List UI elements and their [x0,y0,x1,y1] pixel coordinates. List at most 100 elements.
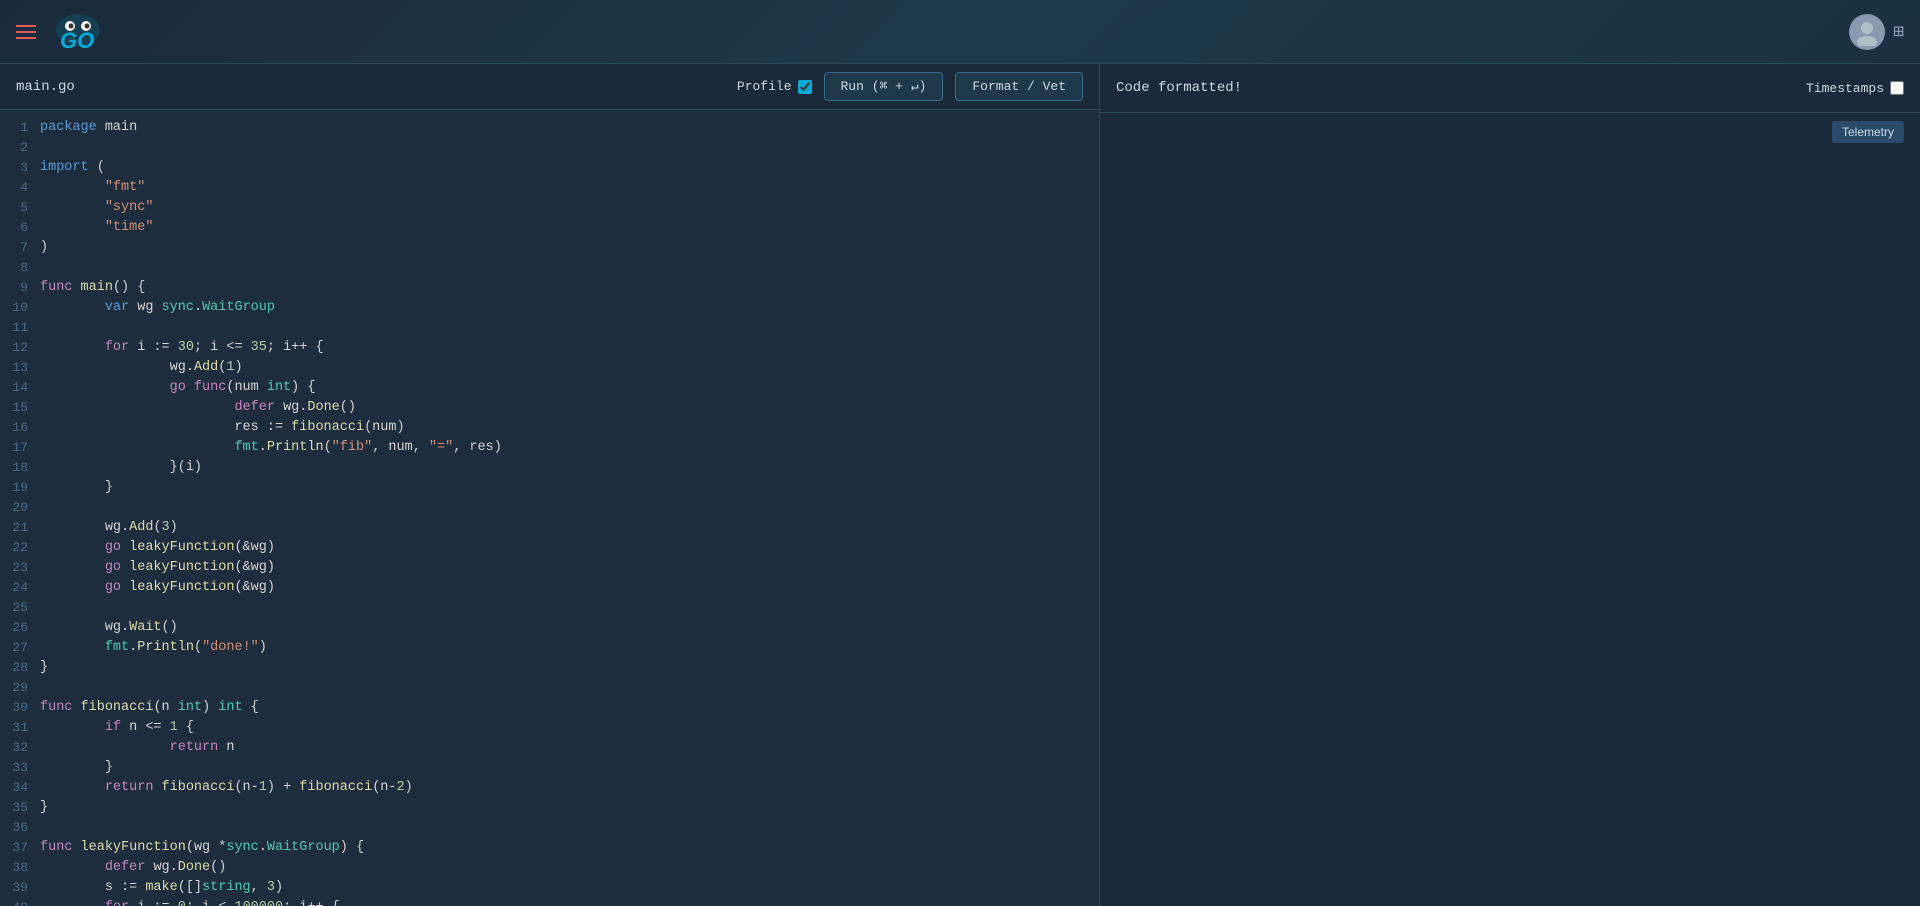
code-line: 11 [0,318,1099,338]
code-line: 2 [0,138,1099,158]
line-content: if n <= 1 { [40,718,1099,738]
line-content [40,818,1099,838]
line-content: fmt.Println("done!") [40,638,1099,658]
line-content: defer wg.Done() [40,398,1099,418]
code-line: 12 for i := 30; i <= 35; i++ { [0,338,1099,358]
code-line: 16 res := fibonacci(num) [0,418,1099,438]
line-number: 39 [0,878,40,898]
line-number: 21 [0,518,40,538]
line-number: 29 [0,678,40,698]
hamburger-icon[interactable] [16,25,36,39]
line-content: package main [40,118,1099,138]
code-line: 40 for i := 0; i < 100000; i++ { [0,898,1099,906]
profile-label: Profile [737,79,812,94]
main-content: main.go Profile Run (⌘ + ↵) Format / Vet… [0,64,1920,906]
line-content: func main() { [40,278,1099,298]
code-line: 5 "sync" [0,198,1099,218]
code-line: 36 [0,818,1099,838]
line-content: import ( [40,158,1099,178]
code-line: 4 "fmt" [0,178,1099,198]
line-content [40,598,1099,618]
line-content [40,678,1099,698]
code-line: 28} [0,658,1099,678]
line-number: 30 [0,698,40,718]
code-line: 6 "time" [0,218,1099,238]
line-content: wg.Add(1) [40,358,1099,378]
code-line: 38 defer wg.Done() [0,858,1099,878]
code-line: 27 fmt.Println("done!") [0,638,1099,658]
timestamps-text: Timestamps [1806,81,1884,96]
line-content: for i := 30; i <= 35; i++ { [40,338,1099,358]
line-content [40,318,1099,338]
code-line: 3import ( [0,158,1099,178]
line-content: func fibonacci(n int) int { [40,698,1099,718]
header-right: ⊞ [1849,14,1904,50]
line-number: 17 [0,438,40,458]
line-number: 15 [0,398,40,418]
line-number: 16 [0,418,40,438]
line-number: 32 [0,738,40,758]
avatar [1849,14,1885,50]
run-button[interactable]: Run (⌘ + ↵) [824,72,944,101]
line-number: 6 [0,218,40,238]
line-content: } [40,478,1099,498]
line-content: "sync" [40,198,1099,218]
editor-toolbar: main.go Profile Run (⌘ + ↵) Format / Vet [0,64,1099,110]
code-line: 35} [0,798,1099,818]
line-content: defer wg.Done() [40,858,1099,878]
code-line: 19 } [0,478,1099,498]
code-line: 9func main() { [0,278,1099,298]
code-line: 32 return n [0,738,1099,758]
line-content [40,138,1099,158]
line-number: 31 [0,718,40,738]
line-number: 35 [0,798,40,818]
line-number: 11 [0,318,40,338]
code-line: 20 [0,498,1099,518]
telemetry-button[interactable]: Telemetry [1832,121,1904,143]
code-line: 7) [0,238,1099,258]
line-number: 23 [0,558,40,578]
timestamps-checkbox[interactable] [1890,81,1904,95]
code-line: 33 } [0,758,1099,778]
line-number: 33 [0,758,40,778]
line-number: 19 [0,478,40,498]
line-content: } [40,658,1099,678]
code-line: 8 [0,258,1099,278]
code-line: 26 wg.Wait() [0,618,1099,638]
code-line: 39 s := make([]string, 3) [0,878,1099,898]
line-number: 34 [0,778,40,798]
logo-area: GO [16,12,102,52]
code-line: 10 var wg sync.WaitGroup [0,298,1099,318]
format-button[interactable]: Format / Vet [955,72,1083,101]
code-line: 37func leakyFunction(wg *sync.WaitGroup)… [0,838,1099,858]
code-line: 21 wg.Add(3) [0,518,1099,538]
line-number: 2 [0,138,40,158]
code-line: 18 }(i) [0,458,1099,478]
line-content: } [40,798,1099,818]
line-number: 4 [0,178,40,198]
line-number: 7 [0,238,40,258]
line-content: wg.Add(3) [40,518,1099,538]
line-content: for i := 0; i < 100000; i++ { [40,898,1099,906]
line-number: 40 [0,898,40,906]
code-line: 1package main [0,118,1099,138]
code-editor[interactable]: 1package main23import (4 "fmt"5 "sync"6 … [0,110,1099,906]
line-content: go func(num int) { [40,378,1099,398]
timestamps-area: Timestamps [1806,81,1904,96]
code-line: 22 go leakyFunction(&wg) [0,538,1099,558]
line-content: }(i) [40,458,1099,478]
profile-checkbox[interactable] [798,80,812,94]
code-line: 15 defer wg.Done() [0,398,1099,418]
code-line: 17 fmt.Println("fib", num, "=", res) [0,438,1099,458]
output-status: Code formatted! [1116,80,1242,96]
line-number: 14 [0,378,40,398]
line-content: return n [40,738,1099,758]
expand-icon[interactable]: ⊞ [1893,21,1904,43]
line-number: 36 [0,818,40,838]
code-line: 14 go func(num int) { [0,378,1099,398]
line-number: 26 [0,618,40,638]
line-number: 18 [0,458,40,478]
code-line: 24 go leakyFunction(&wg) [0,578,1099,598]
code-line: 30func fibonacci(n int) int { [0,698,1099,718]
file-tab[interactable]: main.go [16,79,75,95]
